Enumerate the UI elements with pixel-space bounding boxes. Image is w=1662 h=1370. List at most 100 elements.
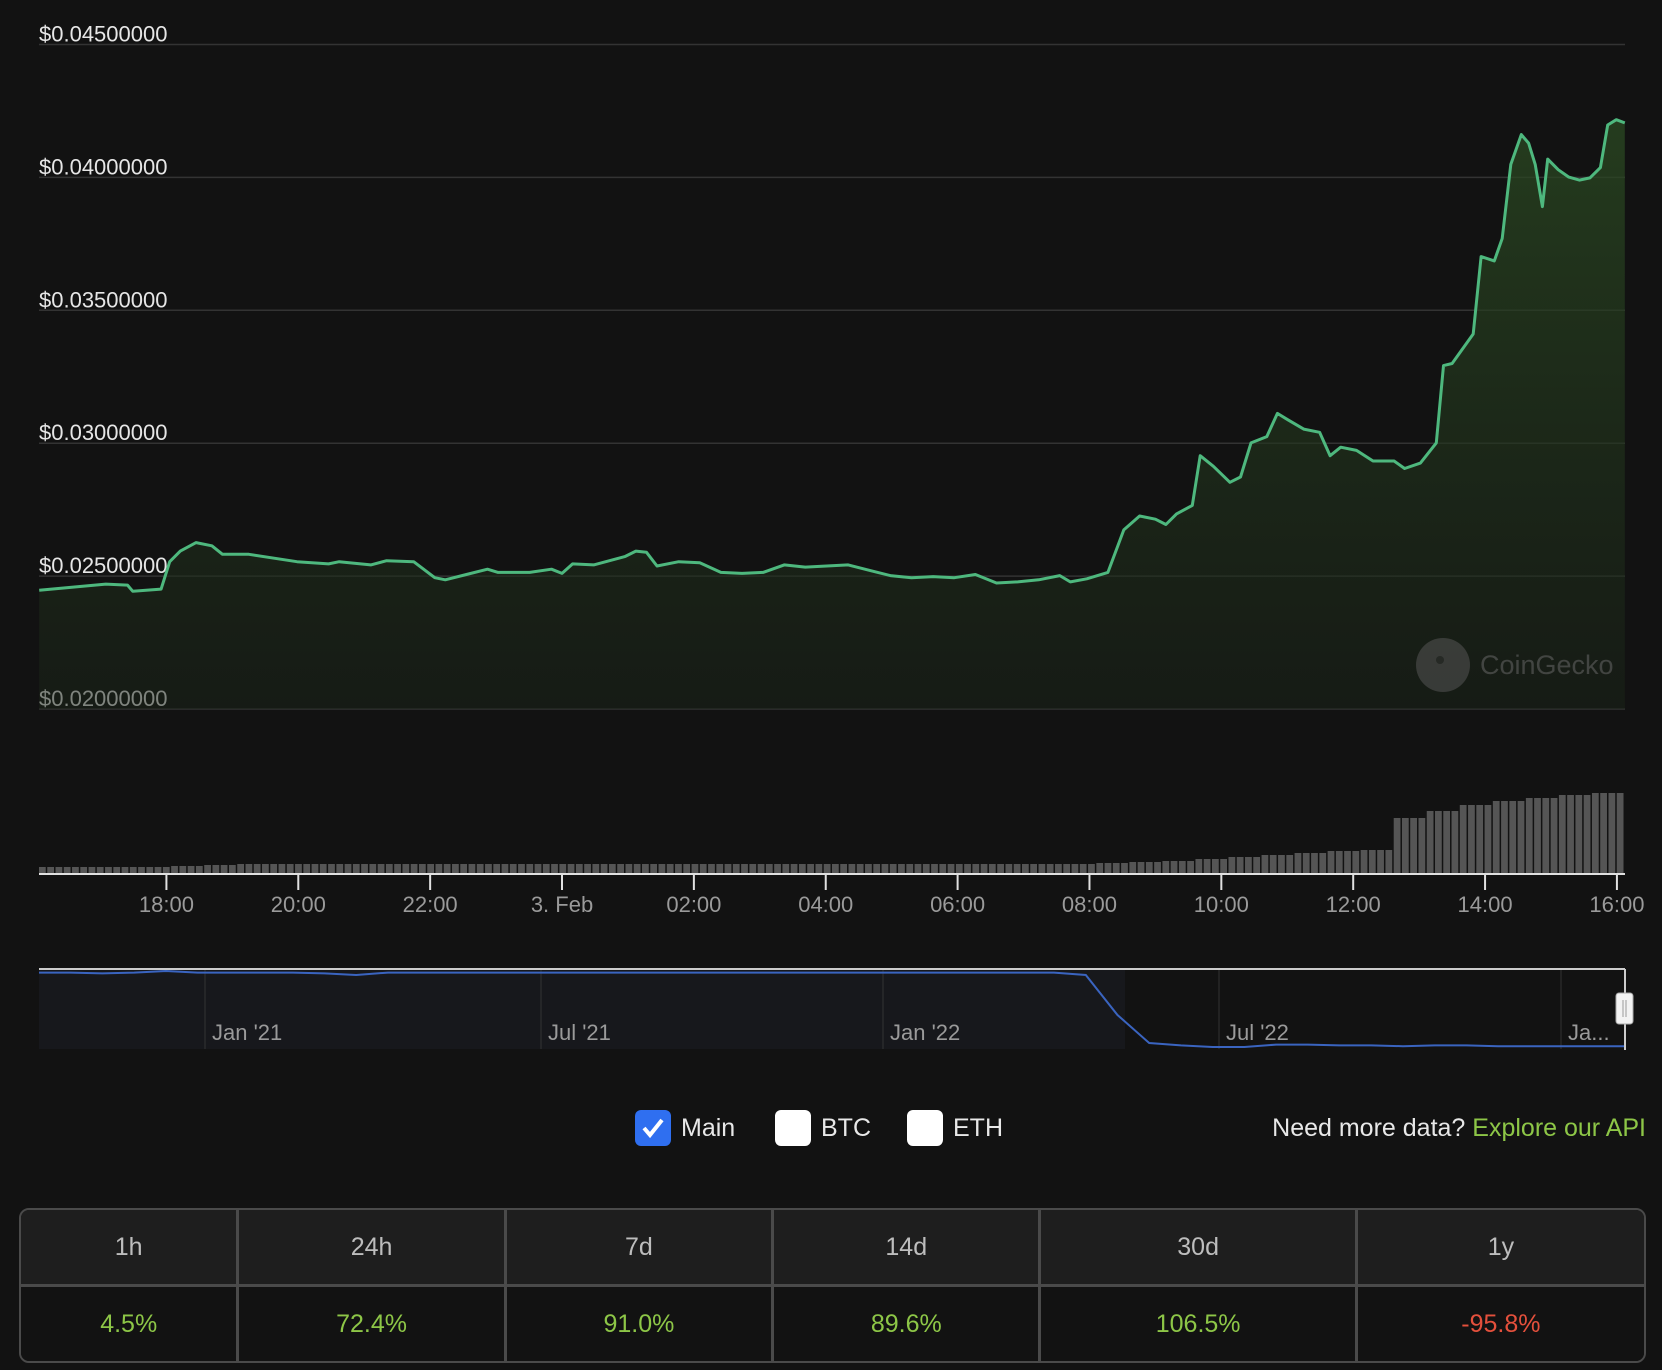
volume-bar xyxy=(311,864,319,873)
volume-bar xyxy=(774,864,781,873)
volume-bar xyxy=(1451,811,1459,873)
chart-controls: Main BTC ETH Need more data? Explore our… xyxy=(0,1108,1662,1156)
x-axis-labels: 18:00 20:00 22:00 3. Feb 02:00 04:00 06:00 08:0… xyxy=(139,875,1644,917)
volume-bar xyxy=(518,864,525,873)
volume-bar xyxy=(1476,805,1484,873)
volume-bar xyxy=(154,867,162,873)
navigator-label: Jul '22 xyxy=(1226,1020,1289,1045)
btc-checkbox[interactable]: BTC xyxy=(775,1110,871,1146)
volume-bar xyxy=(741,864,748,873)
volume-bar xyxy=(625,864,633,873)
volume-bar xyxy=(947,864,955,873)
volume-bar xyxy=(1327,851,1335,873)
volume-bar xyxy=(468,864,476,873)
volume-bar xyxy=(1137,862,1145,873)
navigator-label: Ja... xyxy=(1568,1020,1610,1045)
volume-bar xyxy=(1410,818,1417,873)
volume-bar xyxy=(724,864,732,873)
volume-bar xyxy=(699,864,707,873)
volume-bar xyxy=(675,864,682,873)
volume-bar xyxy=(1261,855,1269,873)
volume-bar xyxy=(1286,855,1294,873)
volume-bar xyxy=(443,864,451,873)
volume-bar xyxy=(1360,850,1368,873)
volume-bar xyxy=(889,864,897,873)
volume-bar xyxy=(1071,864,1079,873)
volume-bar xyxy=(220,865,228,873)
volume-bar xyxy=(1368,850,1376,873)
volume-bar xyxy=(592,864,600,873)
volume-bar xyxy=(1583,795,1591,873)
header-14d: 14d xyxy=(774,1210,1042,1287)
volume-bar xyxy=(1484,805,1492,873)
explore-api-link[interactable]: Explore our API xyxy=(1472,1114,1646,1142)
volume-bar xyxy=(534,864,542,873)
volume-bar xyxy=(1435,811,1442,873)
value-24h: 72.4% xyxy=(239,1287,507,1361)
volume-bar xyxy=(551,864,558,873)
volume-bar xyxy=(47,867,55,873)
volume-bar xyxy=(865,864,872,873)
volume-bar xyxy=(666,864,674,873)
volume-bar xyxy=(633,864,641,873)
navigator-handle-right[interactable] xyxy=(1615,992,1634,1025)
volume-bar xyxy=(1145,862,1153,873)
volume-bar xyxy=(146,867,154,873)
volume-bar xyxy=(121,867,129,873)
volume-bar xyxy=(105,867,112,873)
volume-bar xyxy=(1575,795,1583,873)
volume-bar xyxy=(856,864,864,873)
eth-checkbox[interactable]: ETH xyxy=(907,1110,1003,1146)
volume-bar xyxy=(1352,851,1360,873)
volume-bar xyxy=(402,864,410,873)
volume-bar xyxy=(245,864,253,873)
coingecko-logo-icon xyxy=(1416,638,1470,692)
volume-bar xyxy=(1550,798,1558,873)
volume-bar xyxy=(1021,864,1029,873)
volume-bar xyxy=(1319,853,1327,873)
navigator[interactable]: Jan '21 Jul '21 Jan '22 Jul '22 Ja... xyxy=(39,968,1634,1050)
volume-bar xyxy=(1591,793,1599,873)
volume-bar xyxy=(749,864,757,873)
volume-bar xyxy=(1162,861,1170,873)
value-14d: 89.6% xyxy=(774,1287,1042,1361)
y-tick-label: $0.03500000 xyxy=(39,287,167,312)
volume-bar xyxy=(80,867,88,873)
volume-bar xyxy=(1567,795,1574,873)
volume-bar xyxy=(1096,863,1104,873)
volume-bar xyxy=(1112,863,1120,873)
volume-bar xyxy=(1236,857,1244,873)
volume-bar xyxy=(807,864,814,873)
volume-bar xyxy=(278,864,286,873)
volume-bar xyxy=(997,864,1004,873)
volume-bar xyxy=(542,864,550,873)
price-chart[interactable]: $0.02000000$0.02500000$0.03000000$0.0350… xyxy=(0,0,1662,1070)
volume-bar xyxy=(270,864,278,873)
volume-bar xyxy=(1501,801,1508,873)
volume-bar xyxy=(600,864,608,873)
main-checkbox[interactable]: Main xyxy=(635,1110,735,1146)
volume-bar xyxy=(1385,850,1393,873)
volume-bar xyxy=(815,864,823,873)
volume-bar xyxy=(617,864,624,873)
volume-bar xyxy=(1129,862,1137,873)
volume-bar xyxy=(765,864,773,873)
header-7d: 7d xyxy=(506,1210,775,1287)
volume-bar xyxy=(955,864,963,873)
volume-bar xyxy=(72,867,79,873)
volume-bar xyxy=(1220,859,1227,873)
volume-bar xyxy=(1063,864,1071,873)
checkbox-empty-icon xyxy=(907,1110,943,1146)
api-promo: Need more data? Explore our API xyxy=(1272,1114,1646,1143)
volume-bar xyxy=(204,865,211,873)
volume-bar xyxy=(650,864,658,873)
volume-bar xyxy=(1418,818,1426,873)
volume-bar xyxy=(642,864,649,873)
volume-bar xyxy=(716,864,724,873)
volume-bar xyxy=(1170,861,1178,873)
volume-bar xyxy=(658,864,666,873)
volume-bar xyxy=(1187,861,1194,873)
volume-bar xyxy=(319,864,327,873)
header-24h: 24h xyxy=(239,1210,507,1287)
volume-bar xyxy=(55,867,63,873)
